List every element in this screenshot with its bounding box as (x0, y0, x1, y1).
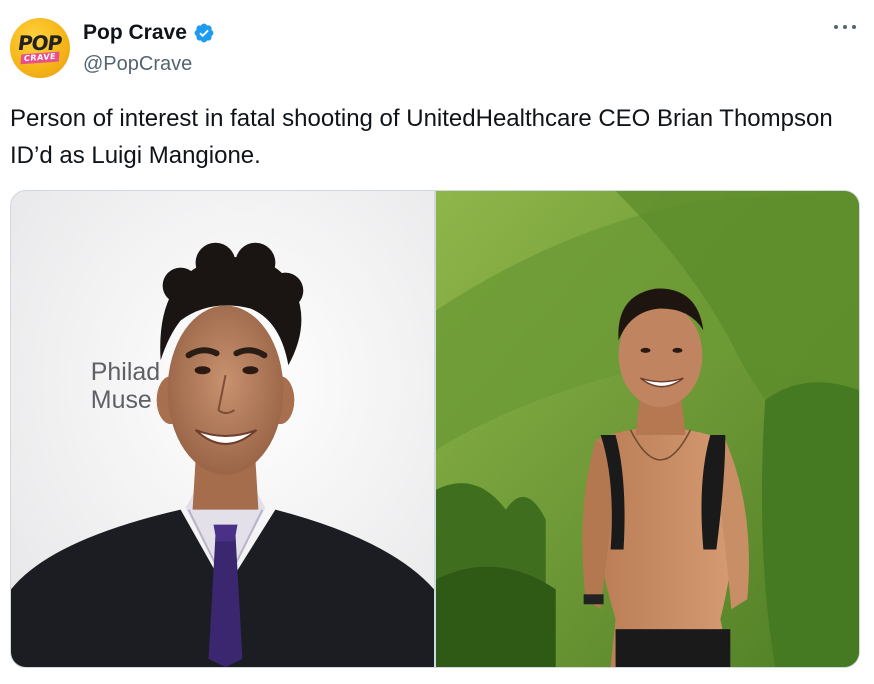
author-display-name[interactable]: Pop Crave (83, 21, 187, 45)
tweet-card[interactable]: POP CRAVE Pop Crave @PopCrave Person of … (0, 0, 874, 684)
media-photo-portrait[interactable]: Philad Muse (11, 191, 434, 667)
avatar-logo-text-bottom: CRAVE (20, 51, 60, 64)
more-dot (852, 25, 856, 29)
backdrop-text-line2: Muse (91, 386, 152, 414)
avatar[interactable]: POP CRAVE (10, 18, 70, 78)
portrait-illustration: Philad Muse (11, 191, 434, 667)
more-dot (843, 25, 847, 29)
tweet-text: Person of interest in fatal shooting of … (10, 105, 833, 169)
hiking-illustration (436, 191, 859, 667)
author-name-row: Pop Crave (83, 21, 215, 45)
avatar-logo-text-top: POP (16, 30, 64, 55)
more-options-icon[interactable] (834, 20, 856, 34)
media-photo-hiking[interactable] (436, 191, 859, 667)
tweet-media-grid: Philad Muse (10, 190, 860, 668)
more-dot (834, 25, 838, 29)
author-handle[interactable]: @PopCrave (83, 53, 192, 76)
backdrop-text-line1: Philad (91, 358, 160, 386)
verified-badge-icon (194, 23, 214, 43)
